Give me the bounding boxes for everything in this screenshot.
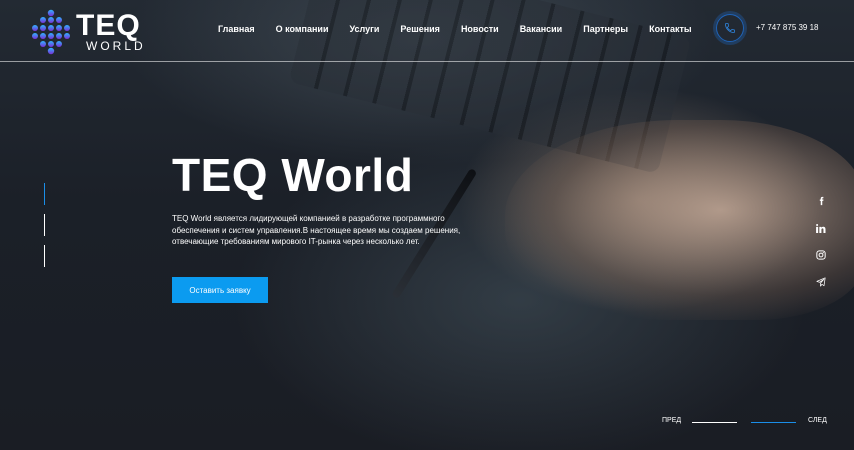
main-nav: Главная О компании Услуги Решения Новост… [218,24,692,34]
instagram-icon[interactable] [814,248,828,262]
slide-indicator-1[interactable] [44,183,45,205]
social-links [814,194,828,289]
slider-prev-button[interactable]: ПРЕД [662,417,681,424]
phone-icon [725,23,735,33]
nav-item-services[interactable]: Услуги [349,24,379,34]
hand-image [505,120,854,320]
logo-icon [32,9,70,55]
nav-item-contacts[interactable]: Контакты [649,24,691,34]
slider-next-button[interactable]: СЛЕД [808,417,827,424]
nav-item-news[interactable]: Новости [461,24,499,34]
phone-button[interactable] [716,14,744,42]
logo-title: TEQ [76,9,141,42]
logo[interactable]: TEQ WORLD [28,9,158,55]
slide-indicator-2[interactable] [44,214,45,236]
nav-item-home[interactable]: Главная [218,24,255,34]
site-header: TEQ WORLD Главная О компании Услуги Реше… [0,0,854,62]
hero-title: TEQ World [172,149,414,201]
telegram-icon[interactable] [814,275,828,289]
facebook-icon[interactable] [814,194,828,208]
slide-indicator-3[interactable] [44,245,45,267]
nav-item-vacancies[interactable]: Вакансии [520,24,563,34]
phone-number[interactable]: +7 747 875 39 18 [756,23,819,32]
hero-description: TEQ World является лидирующей компанией … [172,214,461,246]
logo-subtitle: WORLD [86,39,146,53]
slider-next-line [751,422,796,423]
nav-item-solutions[interactable]: Решения [400,24,440,34]
slider-prev-line [692,422,737,423]
linkedin-icon[interactable] [814,221,828,235]
slide-indicators [44,183,45,276]
nav-item-about[interactable]: О компании [276,24,329,34]
submit-request-button[interactable]: Оставить заявку [172,277,268,303]
nav-item-partners[interactable]: Партнеры [583,24,628,34]
